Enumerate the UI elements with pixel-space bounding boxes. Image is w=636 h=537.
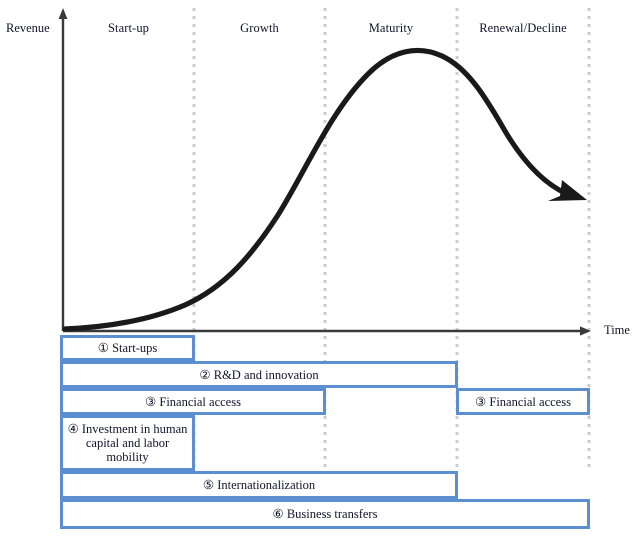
measure-box-rd-and-innovation[interactable]: ② R&D and innovation [60, 361, 458, 388]
y-axis [58, 8, 68, 331]
measure-label-financial-access-late: ③ Financial access [475, 394, 571, 409]
measure-box-financial-access-early[interactable]: ③ Financial access [60, 388, 326, 415]
measure-label-financial-access-early: ③ Financial access [145, 394, 241, 409]
x-axis-label: Time [604, 323, 630, 337]
y-axis-label: Revenue [6, 21, 50, 35]
lifecycle-diagram: Revenue Time Start-up Growth Maturity Re… [0, 0, 636, 537]
stage-label-renewal-decline: Renewal/Decline [479, 21, 567, 35]
measure-label-rd-and-innovation: ② R&D and innovation [199, 367, 319, 382]
measure-box-start-ups[interactable]: ① Start-ups [60, 335, 195, 361]
measure-box-business-transfers[interactable]: ⑥ Business transfers [60, 499, 590, 529]
lifecycle-curve [62, 47, 587, 332]
measure-label-investment-human-capital: ④ Investment in human capital and labor … [67, 422, 188, 464]
stage-label-maturity: Maturity [368, 21, 414, 35]
stage-label-growth: Growth [240, 21, 279, 35]
measure-label-start-ups: ① Start-ups [97, 341, 158, 355]
measure-box-investment-human-capital[interactable]: ④ Investment in human capital and labor … [60, 415, 195, 471]
measure-box-internationalization[interactable]: ⑤ Internationalization [60, 471, 458, 499]
measure-label-business-transfers: ⑥ Business transfers [272, 507, 378, 521]
measure-label-internationalization: ⑤ Internationalization [202, 478, 316, 492]
stage-label-start-up: Start-up [107, 21, 150, 35]
measure-box-financial-access-late[interactable]: ③ Financial access [456, 388, 590, 415]
